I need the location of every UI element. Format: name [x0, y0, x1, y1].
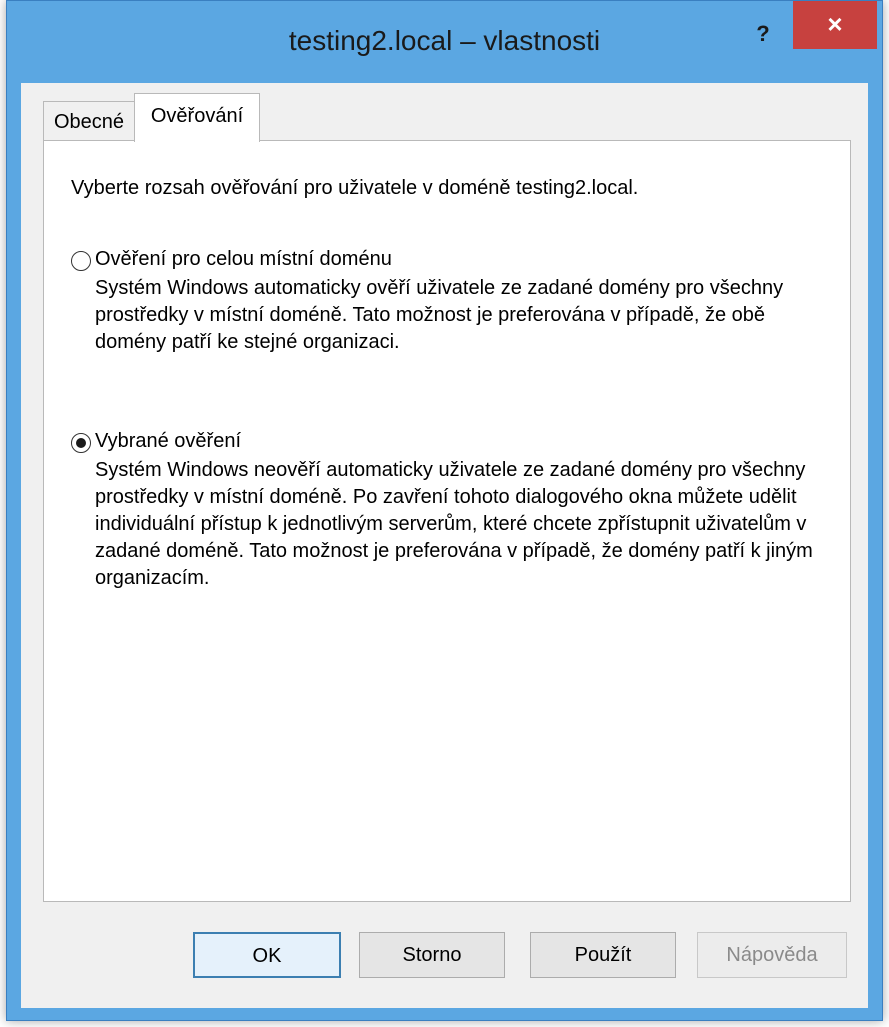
radio-domain-wide[interactable]: [71, 251, 91, 271]
apply-button[interactable]: Použít: [530, 932, 676, 978]
option-label-domain-wide[interactable]: Ověření pro celou místní doménu: [95, 248, 392, 271]
option-label-selective[interactable]: Vybrané ověření: [95, 430, 241, 453]
tab-authentication[interactable]: Ověřování: [134, 93, 260, 142]
ok-button[interactable]: OK: [193, 932, 341, 978]
radio-selected-dot: [76, 438, 86, 448]
cancel-button[interactable]: Storno: [359, 932, 505, 978]
title-bar[interactable]: testing2.local – vlastnosti ? ×: [7, 1, 882, 83]
option-description-selective: Systém Windows neověří automaticky uživa…: [95, 459, 813, 589]
help-title-button[interactable]: ?: [743, 19, 783, 49]
intro-text: Vyberte rozsah ověřování pro uživatele v…: [71, 177, 639, 199]
close-button[interactable]: ×: [793, 1, 877, 49]
help-button[interactable]: Nápověda: [697, 932, 847, 978]
tab-general[interactable]: Obecné: [43, 101, 135, 141]
dialog-window: testing2.local – vlastnosti ? × Obecné O…: [6, 0, 883, 1021]
option-description-domain-wide: Systém Windows automaticky ověří uživate…: [95, 277, 784, 353]
radio-selective[interactable]: [71, 433, 91, 453]
